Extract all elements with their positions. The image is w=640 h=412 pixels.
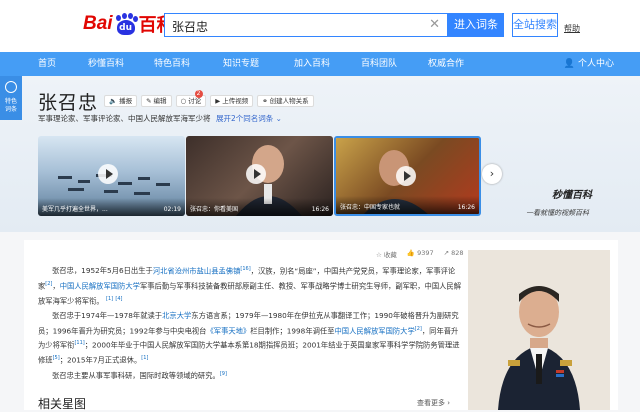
entry-toolbar: 🔈 播报 ✎ 编辑 ○ 讨论 2 ▶ 上传视频 ⚭ 创建人物关系 [104, 90, 314, 107]
favorite-button[interactable]: ☆ 收藏 [376, 249, 397, 259]
video-duration: 02:19 [163, 206, 181, 213]
search-value: 张召忠 [172, 20, 209, 34]
enter-entry-button[interactable]: 进入词条 [448, 13, 504, 37]
birthplace-link[interactable]: 河北省沧州市盐山县孟佛镇 [153, 266, 241, 275]
video-card-1[interactable]: 美军几乎打遍全世界，... 02:19 [38, 136, 185, 216]
brand-slogan: 一看就懂的视频百科 [526, 209, 589, 217]
star-icon: ☆ [376, 251, 382, 259]
ndu-link[interactable]: 中国人民解放军国防大学 [60, 281, 140, 290]
intro-paragraph-3: 张召忠主要从事军事科研，国际时政等领域的研究。[9] [52, 371, 227, 381]
carousel-next-button[interactable]: › [482, 164, 502, 184]
officer-portrait [468, 250, 610, 410]
pku-link[interactable]: 北京大学 [162, 311, 191, 320]
entry-title: 张召忠 [38, 92, 99, 114]
help-link[interactable]: 帮助 [564, 23, 580, 34]
user-center-link[interactable]: 👤 个人中心 [564, 52, 614, 76]
nav-item-home[interactable]: 首页 [38, 52, 56, 76]
expand-homonyms-link[interactable]: 展开2个同名词条 ⌄ [216, 113, 282, 124]
intro-paragraph-1: 张召忠，1952年5月6日出生于河北省沧州市盐山县孟佛镇[16]，汉族，别名“局… [38, 266, 462, 306]
discussion-count-badge: 2 [194, 90, 203, 98]
broadcast-button[interactable]: 🔈 播报 [104, 95, 138, 107]
nav-item-team[interactable]: 百科团队 [361, 52, 397, 76]
logo-text-bai: Bai [83, 13, 113, 34]
speaker-icon: 🔈 [109, 96, 118, 105]
view-more-link[interactable]: 查看更多 › [417, 398, 450, 408]
site-search-button[interactable]: 全站搜索 [512, 13, 558, 37]
nav-item-topics[interactable]: 知识专题 [223, 52, 259, 76]
relation-icon: ⚭ [262, 96, 268, 105]
play-icon[interactable] [396, 166, 416, 186]
video-card-3[interactable]: 张召忠：中国专家也就 16:26 [334, 136, 481, 216]
baike-logo[interactable]: Bai du 百科 [83, 10, 175, 38]
play-icon[interactable] [246, 164, 266, 184]
related-section-title: 相关星图 [38, 397, 87, 411]
share-button[interactable]: ↗ 828 [444, 249, 464, 259]
paw-icon: du [114, 13, 138, 35]
play-icon[interactable] [98, 164, 118, 184]
discussion-button[interactable]: ○ 讨论 2 [175, 90, 207, 107]
miaodong-brand: 秒懂百科 [552, 190, 592, 201]
nav-item-cooperation[interactable]: 权威合作 [428, 52, 464, 76]
video-duration: 16:26 [457, 204, 475, 211]
edit-button[interactable]: ✎ 编辑 [141, 95, 172, 107]
nav-item-join[interactable]: 加入百科 [294, 52, 330, 76]
pencil-icon: ✎ [146, 96, 152, 105]
military-program-link[interactable]: 《军事天地》 [206, 326, 250, 335]
search-input[interactable]: 张召忠 ✕ [164, 13, 448, 37]
video-card-2[interactable]: 张召忠：你看美国 16:26 [186, 136, 333, 216]
video-caption: 张召忠：你看美国 [190, 206, 239, 213]
video-icon: ▶ [215, 96, 221, 105]
ndu-link-2[interactable]: 中国人民解放军国防大学 [335, 326, 415, 335]
person-photo[interactable] [468, 250, 610, 410]
intro-paragraph-2: 张召忠于1974年—1978年就读于北京大学东方语言系；1979年—1980年在… [38, 311, 460, 365]
user-icon: 👤 [563, 59, 576, 69]
featured-icon [5, 81, 17, 93]
upload-video-button[interactable]: ▶ 上传视频 [210, 95, 254, 107]
nav-item-featured[interactable]: 特色百科 [154, 52, 190, 76]
chat-icon: ○ [180, 96, 187, 105]
create-relation-button[interactable]: ⚭ 创建人物关系 [257, 95, 314, 107]
video-caption: 张召忠：中国专家也就 [340, 204, 401, 211]
entry-subtitle: 军事理论家、军事评论家、中国人民解放军海军少将 [38, 114, 211, 123]
share-icon: ↗ [443, 249, 450, 257]
like-button[interactable]: 👍 9397 [407, 249, 434, 259]
entry-stats: ☆ 收藏 👍 9397 ↗ 828 [376, 249, 464, 259]
chevron-right-icon: › [489, 167, 495, 180]
clear-icon[interactable]: ✕ [429, 17, 440, 32]
video-caption: 美军几乎打遍全世界，... [42, 206, 108, 213]
main-nav: 首页 秒懂百科 特色百科 知识专题 加入百科 百科团队 权威合作 👤 个人中心 [0, 52, 640, 76]
video-duration: 16:26 [311, 206, 329, 213]
nav-item-miaodong[interactable]: 秒懂百科 [88, 52, 124, 76]
thumb-icon: 👍 [406, 249, 415, 257]
featured-entry-tag: 特色 词条 [0, 76, 22, 120]
